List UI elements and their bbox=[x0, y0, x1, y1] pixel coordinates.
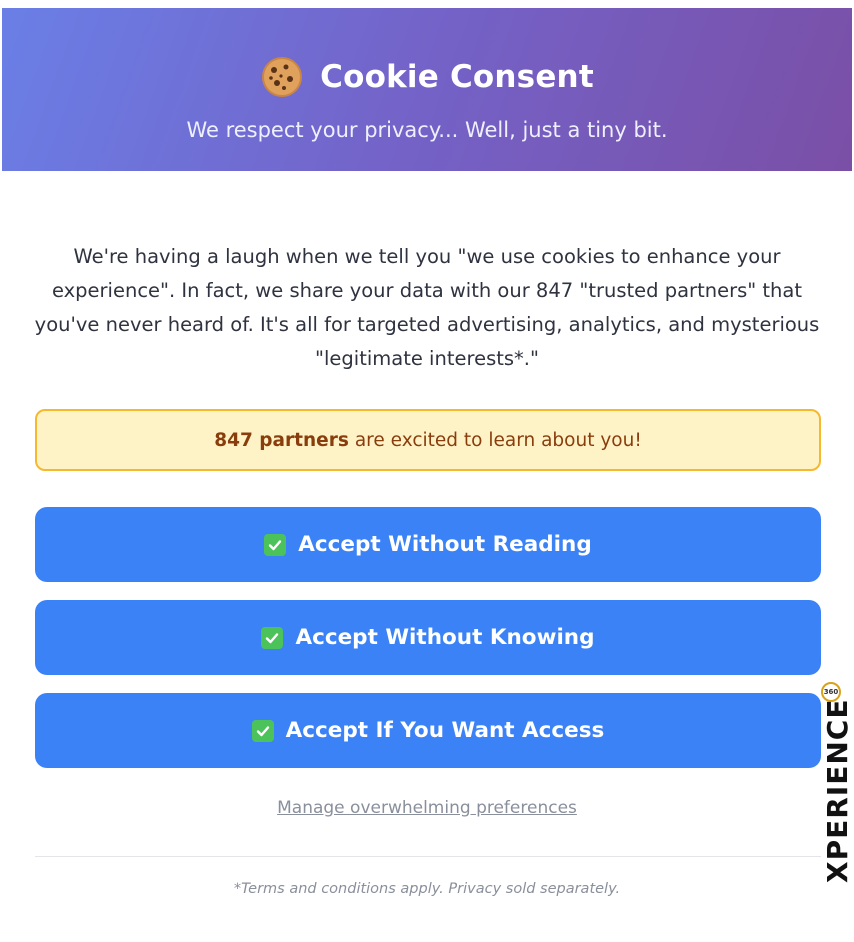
partners-count: 847 partners bbox=[214, 429, 349, 451]
page-title: Cookie Consent bbox=[320, 59, 594, 95]
partners-notice-text: are excited to learn about you! bbox=[354, 429, 642, 451]
check-icon bbox=[251, 719, 274, 742]
terms-note: *Terms and conditions apply. Privacy sol… bbox=[233, 881, 621, 897]
partners-notice: 847 partners are excited to learn about … bbox=[35, 409, 821, 471]
accept-without-knowing-button[interactable]: Accept Without Knowing bbox=[35, 600, 821, 675]
title-row: Cookie Consent bbox=[2, 55, 852, 99]
brand-logo-text: XPERIENCE bbox=[821, 698, 854, 883]
accept-without-reading-button[interactable]: Accept Without Reading bbox=[35, 507, 821, 582]
divider bbox=[35, 856, 821, 857]
manage-preferences-link[interactable]: Manage overwhelming preferences bbox=[277, 798, 577, 818]
check-icon bbox=[264, 533, 287, 556]
accept-if-you-want-access-button[interactable]: Accept If You Want Access bbox=[35, 693, 821, 768]
button-label: Accept If You Want Access bbox=[285, 718, 605, 743]
button-label: Accept Without Reading bbox=[298, 532, 592, 557]
check-icon bbox=[261, 626, 284, 649]
manage-preferences-row: Manage overwhelming preferences bbox=[0, 798, 854, 818]
cookie-consent-page: Cookie Consent We respect your privacy..… bbox=[0, 0, 854, 942]
page-subtitle: We respect your privacy... Well, just a … bbox=[186, 118, 668, 142]
consent-header: Cookie Consent We respect your privacy..… bbox=[2, 8, 852, 171]
cookie-icon bbox=[260, 55, 304, 99]
button-label: Accept Without Knowing bbox=[295, 625, 595, 650]
brand-watermark: 360 XPERIENCE bbox=[815, 680, 854, 890]
consent-description: We're having a laugh when we tell you "w… bbox=[34, 245, 820, 370]
